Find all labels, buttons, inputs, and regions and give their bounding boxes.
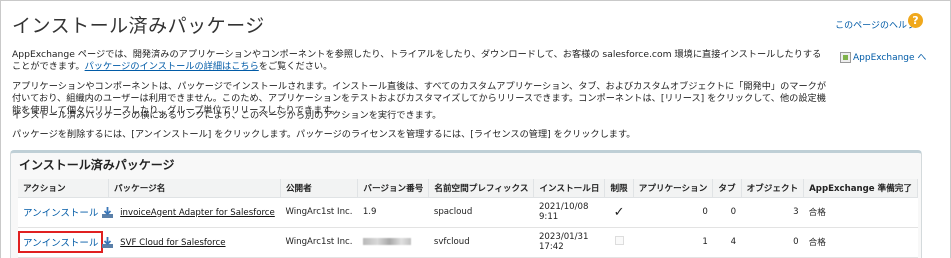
- col-action[interactable]: アクション: [18, 179, 109, 198]
- action-cell: アンインストール: [18, 227, 109, 258]
- package-name-cell: invoiceAgent Adapter for Salesforce: [102, 197, 281, 228]
- description-appexchange: AppExchange ページでは、開発済みのアプリケーションやコンポーネントを…: [12, 49, 827, 73]
- install-time: 17:42: [538, 242, 564, 252]
- col-version[interactable]: バージョン番号: [357, 179, 430, 198]
- publisher-cell: WingArc1st Inc.: [280, 197, 358, 228]
- description-uninstall: パッケージを削除するには、[アンインストール] をクリックします。パッケージのラ…: [12, 129, 636, 140]
- version-cell: [357, 227, 429, 258]
- description-actions: インストール済みパッケージの横にあるリンクにより、このページから別のアクションを…: [12, 110, 442, 121]
- table-header-row: アクション パッケージ名 公開者 バージョン番号 名前空間プレフィックス インス…: [18, 179, 918, 198]
- install-date: 2021/10/08: [538, 202, 589, 212]
- broken-image-icon: [840, 52, 851, 63]
- install-time: 9:11: [538, 212, 559, 222]
- install-date-cell: 2021/10/08 9:11: [533, 197, 605, 228]
- col-install-date[interactable]: インストール日: [533, 179, 606, 198]
- page-title: インストール済みパッケージ: [12, 15, 265, 37]
- table-row: アンインストール SVF Cloud for Salesforce WingAr…: [18, 227, 918, 258]
- desc1-suffix: をご覧ください。: [258, 61, 333, 72]
- uninstall-link[interactable]: アンインストール: [23, 208, 98, 219]
- applications-cell: 1: [633, 227, 713, 258]
- tabs-cell: 4: [712, 227, 742, 258]
- restricted-cell: [604, 227, 634, 258]
- action-cell: アンインストール: [18, 197, 109, 228]
- download-icon[interactable]: [101, 206, 114, 219]
- install-date: 2023/01/31: [538, 232, 589, 242]
- col-appexchange-ready[interactable]: AppExchange 準備完了: [803, 179, 918, 198]
- download-icon[interactable]: [101, 236, 114, 249]
- namespace-cell: svfcloud: [428, 227, 534, 258]
- panel-title: インストール済みパッケージ: [19, 158, 175, 172]
- install-details-link[interactable]: パッケージのインストールの詳細はこちら: [85, 61, 259, 72]
- col-namespace[interactable]: 名前空間プレフィックス: [428, 179, 535, 198]
- help-icon[interactable]: ?: [908, 13, 923, 28]
- installed-packages-table: アクション パッケージ名 公開者 バージョン番号 名前空間プレフィックス インス…: [18, 179, 918, 258]
- col-applications[interactable]: アプリケーション: [633, 179, 714, 198]
- objects-cell: 0: [741, 227, 804, 258]
- col-objects[interactable]: オブジェクト: [741, 179, 805, 198]
- applications-cell: 0: [633, 197, 713, 228]
- appexchange-ready-cell: 合格: [803, 197, 918, 228]
- uninstall-highlight-box: アンインストール: [18, 231, 104, 253]
- objects-cell: 3: [741, 197, 804, 228]
- version-cell: 1.9: [357, 197, 429, 228]
- package-name-link[interactable]: invoiceAgent Adapter for Salesforce: [120, 208, 275, 218]
- col-publisher[interactable]: 公開者: [280, 179, 359, 198]
- redacted-version: [362, 238, 411, 245]
- uninstall-link[interactable]: アンインストール: [23, 238, 98, 249]
- installed-packages-panel: インストール済みパッケージ アクション パッケージ名 公開者 バージョン番号 名…: [10, 150, 922, 258]
- appexchange-banner-link[interactable]: AppExchange へ: [840, 50, 950, 64]
- col-package-name[interactable]: パッケージ名: [108, 179, 281, 198]
- namespace-cell: spacloud: [428, 197, 534, 228]
- restricted-check-icon: ✓: [604, 197, 634, 228]
- tabs-cell: 0: [712, 197, 742, 228]
- install-date-cell: 2023/01/31 17:42: [533, 227, 605, 258]
- help-link[interactable]: このページのヘルプ: [835, 18, 916, 31]
- appexchange-ready-cell: 合格: [803, 227, 918, 258]
- col-tabs[interactable]: タブ: [712, 179, 742, 198]
- col-restricted[interactable]: 制限: [604, 179, 634, 198]
- package-name-link[interactable]: SVF Cloud for Salesforce: [120, 238, 225, 248]
- appexchange-img-alt: AppExchange へ: [853, 53, 927, 63]
- restricted-empty-checkbox: [614, 236, 624, 245]
- publisher-cell: WingArc1st Inc.: [280, 227, 358, 258]
- package-name-cell: SVF Cloud for Salesforce: [102, 227, 281, 258]
- table-row: アンインストール invoiceAgent Adapter for Salesf…: [18, 197, 918, 228]
